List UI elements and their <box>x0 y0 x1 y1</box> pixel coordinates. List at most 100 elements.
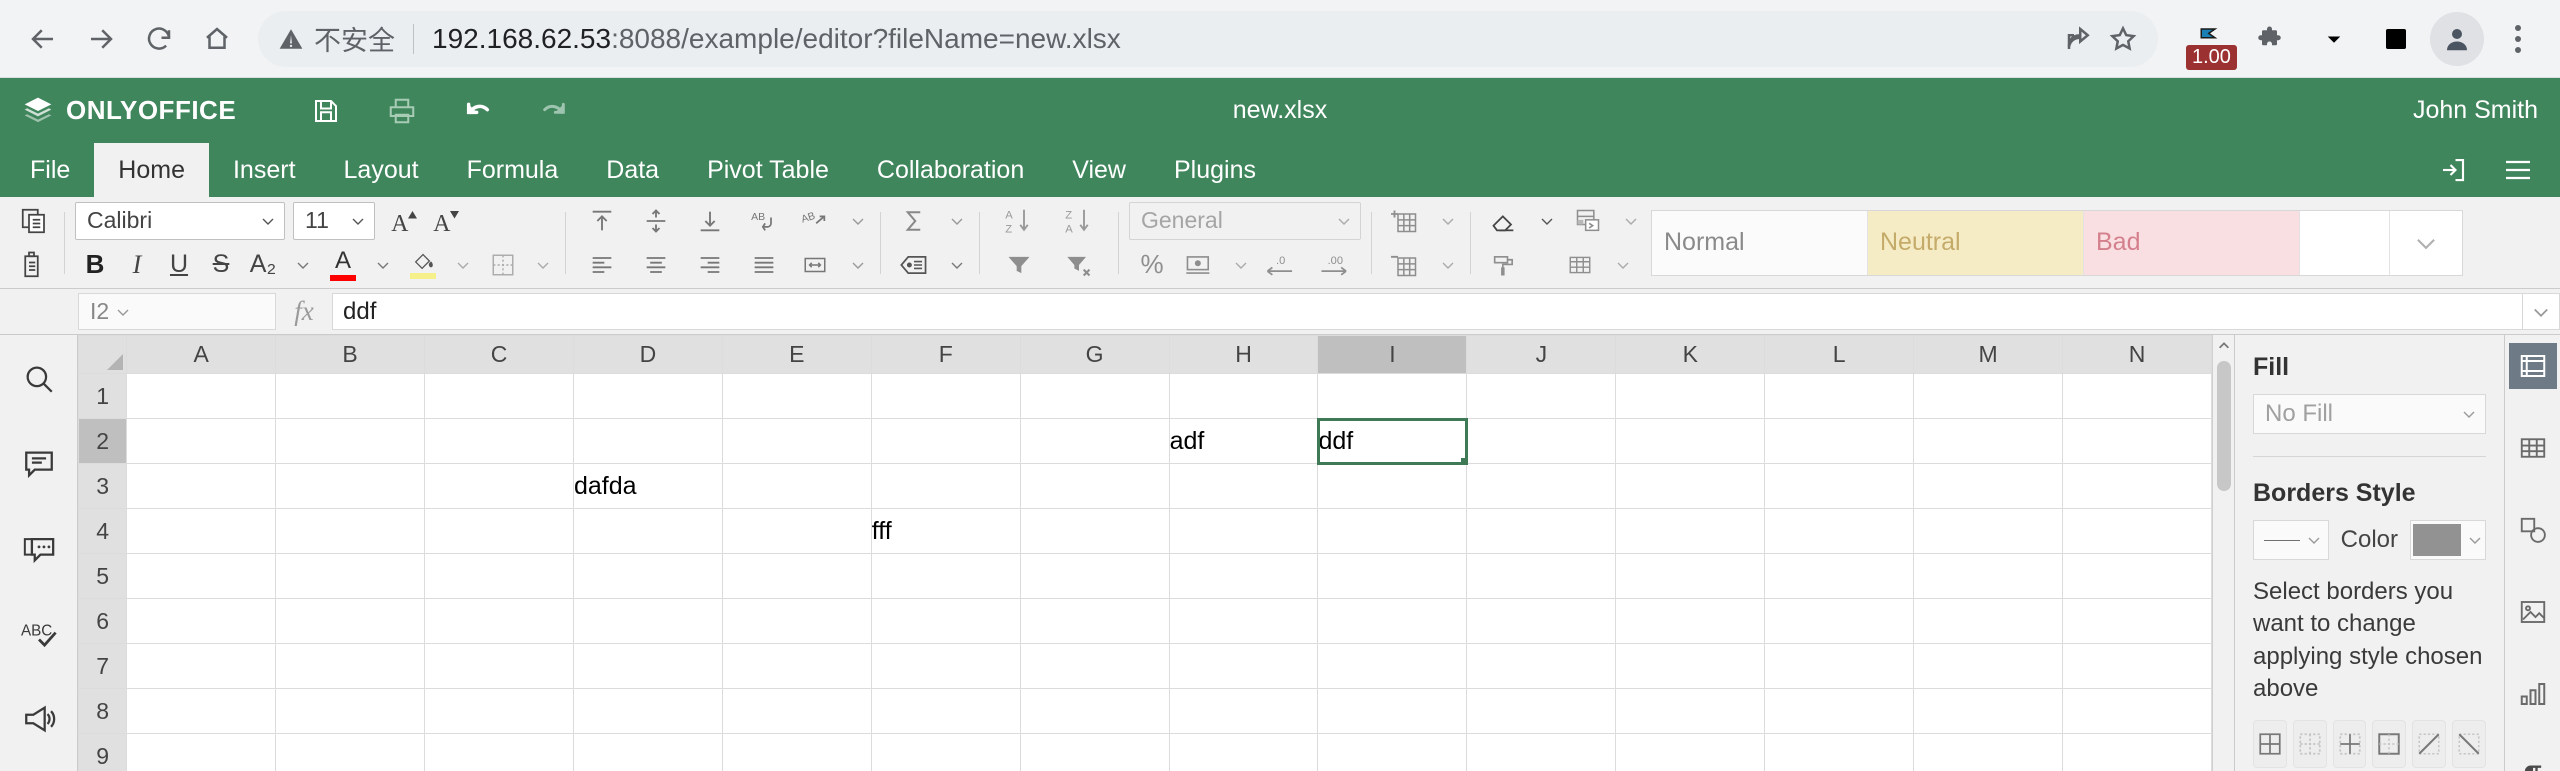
cell-I1[interactable] <box>1317 373 1468 419</box>
sidebar-chat[interactable] <box>15 527 63 570</box>
clear-button[interactable] <box>1481 202 1527 240</box>
named-range-button[interactable] <box>891 246 937 284</box>
cell-F8[interactable] <box>870 688 1021 734</box>
font-family-combo[interactable]: Calibri <box>75 201 285 240</box>
row-header-2[interactable]: 2 <box>77 418 128 464</box>
cell-E6[interactable] <box>721 598 872 644</box>
select-all-corner[interactable] <box>77 335 128 374</box>
column-header-D[interactable]: D <box>572 335 723 374</box>
tab-formula[interactable]: Formula <box>443 143 583 197</box>
cell-H5[interactable] <box>1168 553 1319 599</box>
cell-D1[interactable] <box>572 373 723 419</box>
cell-J3[interactable] <box>1466 463 1617 509</box>
browser-menu-button[interactable] <box>2490 11 2546 67</box>
delete-cells-button[interactable] <box>1382 246 1428 284</box>
cell-F3[interactable] <box>870 463 1021 509</box>
cell-K8[interactable] <box>1615 688 1766 734</box>
cell-C6[interactable] <box>424 598 574 644</box>
cell-M3[interactable] <box>1913 463 2064 509</box>
text-orientation-button[interactable]: AB <box>792 202 838 240</box>
cell-I6[interactable] <box>1317 598 1468 644</box>
cell-C9[interactable] <box>424 733 574 771</box>
conditional-formatting-dropdown[interactable] <box>1613 202 1643 240</box>
cell-G9[interactable] <box>1019 733 1170 771</box>
cell-N1[interactable] <box>2062 373 2212 419</box>
cell-J2[interactable] <box>1466 418 1617 464</box>
cell-G2[interactable] <box>1019 418 1170 464</box>
cell-E1[interactable] <box>721 373 872 419</box>
delete-cells-dropdown[interactable] <box>1430 246 1460 284</box>
conditional-formatting-button[interactable] <box>1565 202 1611 240</box>
cell-L3[interactable] <box>1764 463 1915 509</box>
tab-collaboration[interactable]: Collaboration <box>853 143 1048 197</box>
open-file-location-icon[interactable] <box>2438 155 2468 185</box>
named-range-dropdown[interactable] <box>939 246 969 284</box>
cell-F7[interactable] <box>870 643 1021 689</box>
underline-button[interactable]: U <box>159 246 199 284</box>
cell-B2[interactable] <box>275 418 426 464</box>
copy-button[interactable] <box>14 202 54 240</box>
cell-borders-dropdown[interactable] <box>525 246 555 284</box>
cell-J7[interactable] <box>1466 643 1617 689</box>
autosum-dropdown[interactable] <box>939 202 969 240</box>
cell-I2[interactable]: ddf <box>1316 417 1468 465</box>
right-rail-paragraph-settings[interactable] <box>2509 753 2557 771</box>
column-header-K[interactable]: K <box>1615 335 1766 374</box>
cell-style-empty[interactable] <box>2300 210 2390 275</box>
row-header-9[interactable]: 9 <box>77 733 128 771</box>
cell-G5[interactable] <box>1019 553 1170 599</box>
fill-combo[interactable]: No Fill <box>2253 394 2486 434</box>
sidebar-search[interactable] <box>15 357 63 400</box>
cell-L6[interactable] <box>1764 598 1915 644</box>
column-header-N[interactable]: N <box>2062 335 2212 374</box>
align-top-button[interactable] <box>576 202 628 240</box>
decrease-font-size-button[interactable]: A <box>427 202 467 240</box>
scrollbar-thumb[interactable] <box>2216 361 2231 491</box>
side-panel-button[interactable] <box>2368 11 2424 67</box>
subscript-button[interactable]: A₂ <box>243 246 283 284</box>
cell-A5[interactable] <box>126 553 277 599</box>
save-button[interactable] <box>306 91 346 131</box>
right-rail-cell-settings[interactable] <box>2508 343 2557 389</box>
cell-E8[interactable] <box>721 688 872 734</box>
cell-B3[interactable] <box>275 463 426 509</box>
cell-style-neutral[interactable]: Neutral <box>1868 210 2084 275</box>
cell-H1[interactable] <box>1168 373 1319 419</box>
row-header-7[interactable]: 7 <box>77 643 128 689</box>
cell-style-bad[interactable]: Bad <box>2084 210 2300 275</box>
cell-N7[interactable] <box>2062 643 2212 689</box>
cell-styles-expand-button[interactable] <box>2390 211 2462 275</box>
font-size-combo[interactable]: 11 <box>293 201 375 240</box>
cell-C3[interactable] <box>424 463 574 509</box>
diagonal-down-border-icon[interactable] <box>2452 719 2486 768</box>
right-rail-table-settings[interactable] <box>2509 425 2557 471</box>
cell-N5[interactable] <box>2062 553 2212 599</box>
align-right-button[interactable] <box>684 246 736 284</box>
cell-H3[interactable] <box>1168 463 1319 509</box>
profile-button[interactable] <box>2430 11 2484 66</box>
right-rail-image-settings[interactable] <box>2509 589 2557 635</box>
cell-L1[interactable] <box>1764 373 1915 419</box>
cell-H6[interactable] <box>1168 598 1319 644</box>
sidebar-feedback[interactable] <box>15 697 63 740</box>
cell-D8[interactable] <box>572 688 723 734</box>
share-icon[interactable] <box>2064 24 2094 54</box>
cell-K5[interactable] <box>1615 553 1766 599</box>
subscript-dropdown[interactable] <box>285 246 315 284</box>
tab-file[interactable]: File <box>6 143 94 197</box>
cell-C8[interactable] <box>424 688 574 734</box>
align-justify-button[interactable] <box>738 246 790 284</box>
increase-decimal-button[interactable]: .00 <box>1309 246 1361 284</box>
cell-B1[interactable] <box>275 373 426 419</box>
cell-I9[interactable] <box>1317 733 1468 771</box>
cell-A8[interactable] <box>126 688 277 734</box>
downloads-button[interactable] <box>2306 11 2362 67</box>
column-header-J[interactable]: J <box>1466 335 1617 374</box>
cell-G1[interactable] <box>1019 373 1170 419</box>
extensions-button[interactable] <box>2244 11 2300 67</box>
right-rail-chart-settings[interactable] <box>2509 671 2557 717</box>
outer-borders-icon[interactable] <box>2372 719 2407 768</box>
inner-borders-icon[interactable] <box>2332 719 2367 768</box>
insert-cells-dropdown[interactable] <box>1430 202 1460 240</box>
cell-G4[interactable] <box>1019 508 1170 554</box>
